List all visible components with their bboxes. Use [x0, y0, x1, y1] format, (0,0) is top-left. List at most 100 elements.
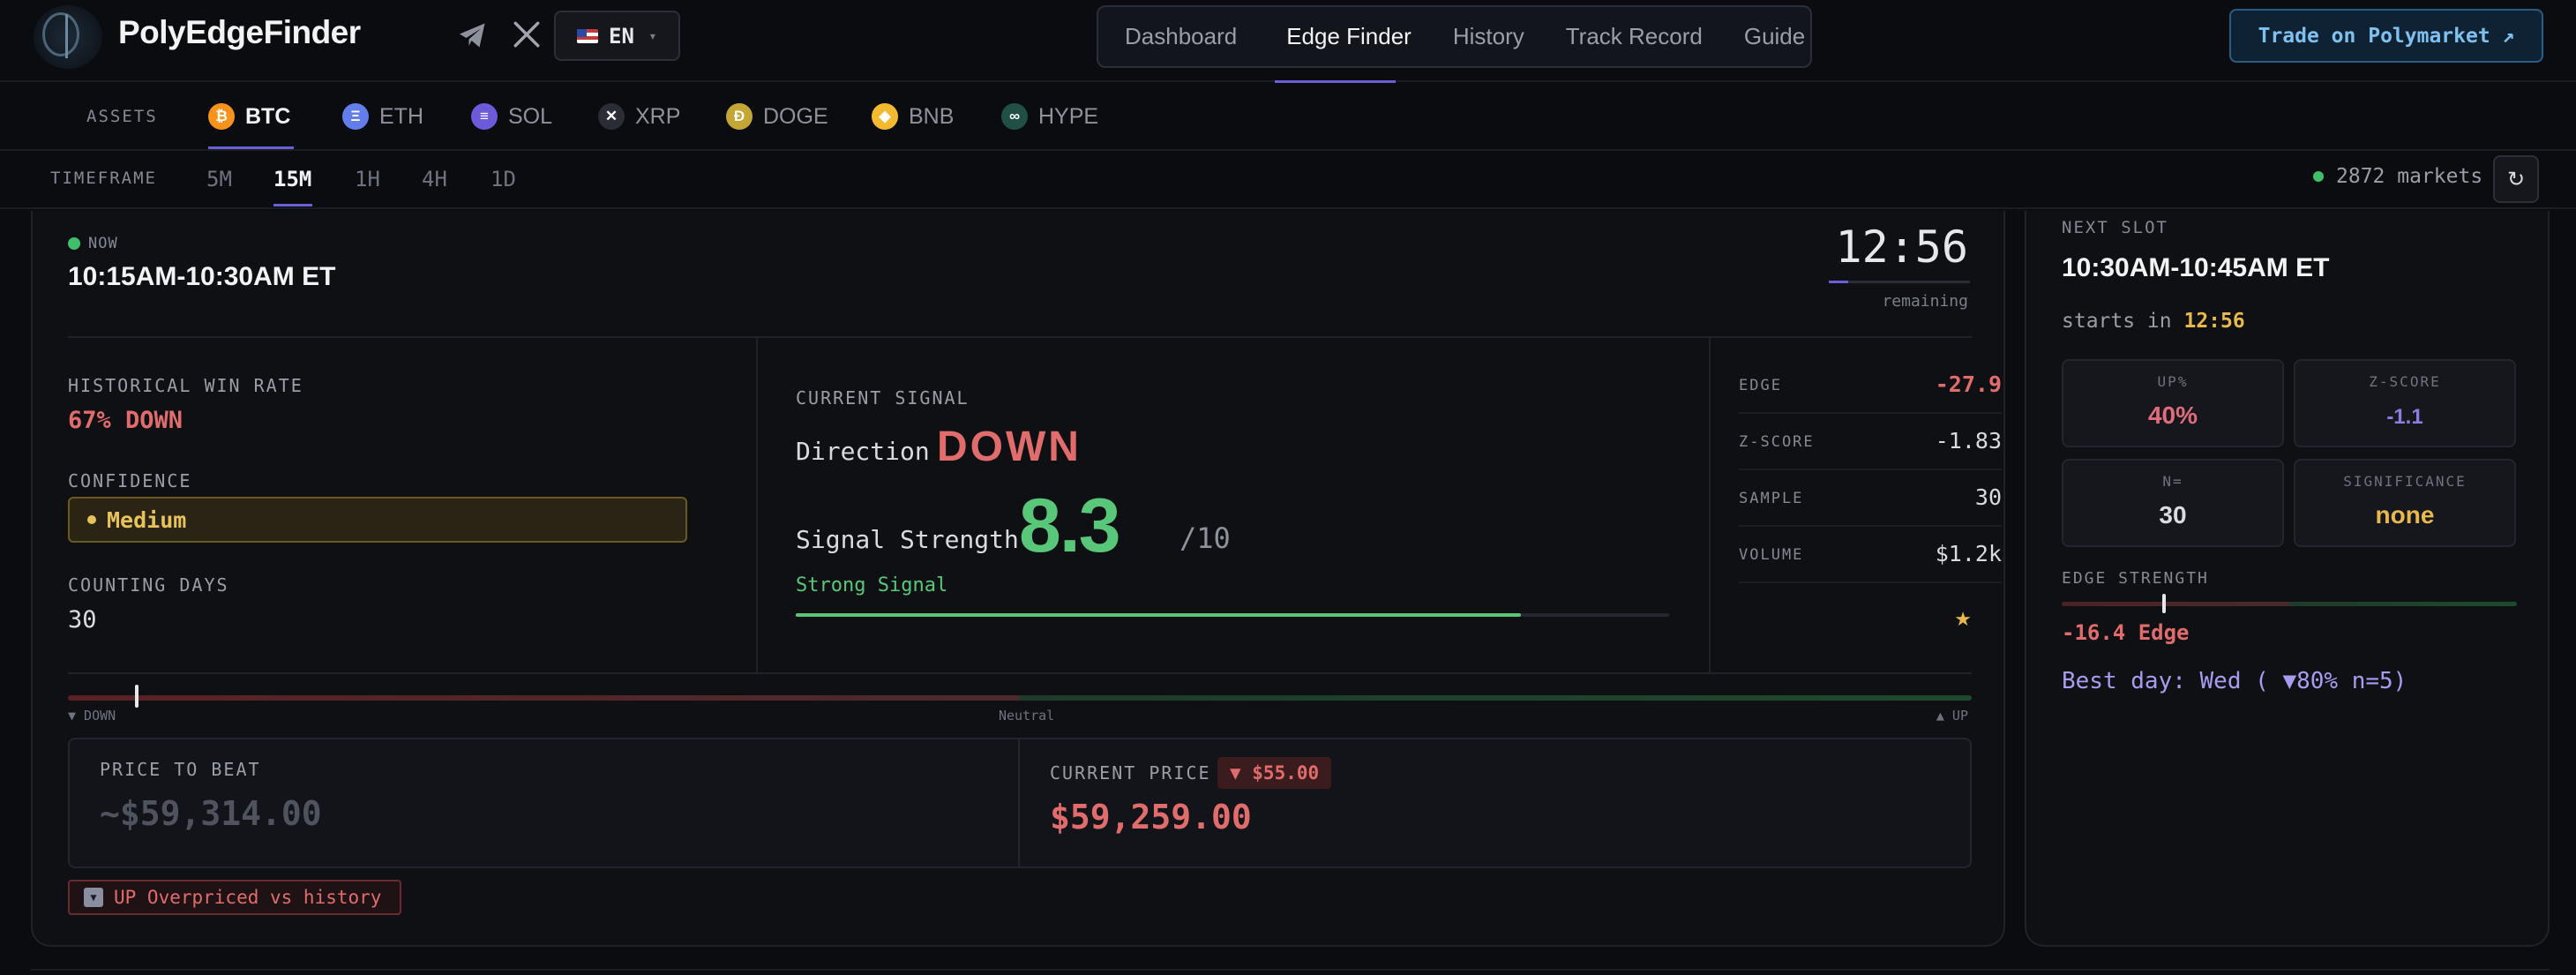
timeframe-4h[interactable]: 4H	[422, 167, 447, 191]
asset-tab-label: XRP	[635, 103, 681, 129]
history-column: HISTORICAL WIN RATE 67% DOWN CONFIDENCE …	[68, 338, 758, 673]
countdown-timer: 12:56	[1835, 221, 1968, 273]
timeframe-row: TIMEFRAME 5M 15M 1H 4H 1D 2872 markets ↻	[0, 151, 2576, 209]
refresh-icon: ↻	[2506, 167, 2526, 191]
countdown-progress	[1829, 281, 1970, 283]
brand-logo[interactable]	[34, 5, 102, 69]
best-day: Best day: Wed ( ▼80% n=5)	[2062, 668, 2408, 694]
stat-value: $1.2k	[1935, 541, 2002, 566]
metric-value: 40%	[2147, 401, 2198, 429]
metric-up-pct: UP% 40%	[2062, 359, 2284, 447]
metric-key: SIGNIFICANCE	[2343, 473, 2467, 490]
asset-tab-doge[interactable]: Ð DOGE	[726, 100, 828, 133]
signal-strength-bar-fill	[796, 613, 1521, 617]
telegram-icon[interactable]	[457, 19, 489, 51]
asset-tab-btc[interactable]: ₿ BTC	[208, 100, 290, 133]
asset-tab-bnb[interactable]: ◆ BNB	[872, 100, 954, 133]
asset-tab-eth[interactable]: Ξ ETH	[342, 100, 423, 133]
remaining-label: remaining	[1882, 292, 1968, 311]
hype-coin-icon: ∞	[1001, 103, 1028, 130]
gauge-up-label: ▲ UP	[1936, 708, 1968, 724]
timeframe-1d[interactable]: 1D	[490, 167, 516, 191]
metric-key: Z-SCORE	[2369, 373, 2441, 390]
metric-value: 30	[2159, 501, 2187, 529]
direction-label: Direction	[796, 437, 930, 466]
direction-gauge-marker	[134, 685, 139, 708]
sol-coin-icon: ≡	[471, 103, 498, 130]
timeframe-label: TIMEFRAME	[50, 169, 157, 188]
refresh-button[interactable]: ↻	[2493, 155, 2539, 203]
metric-key: N=	[2162, 473, 2183, 490]
metric-key: UP%	[2157, 373, 2189, 390]
chevron-down-icon: ▾	[649, 29, 655, 42]
timeframe-1h[interactable]: 1H	[355, 167, 380, 191]
markets-count-label: 2872 markets	[2336, 165, 2483, 188]
asset-tab-label: ETH	[379, 103, 423, 129]
eth-coin-icon: Ξ	[342, 103, 369, 130]
stat-value: 30	[1974, 484, 2002, 510]
asset-tab-label: BNB	[909, 103, 955, 129]
edge-strength-marker	[2161, 594, 2166, 613]
current-signal-label: CURRENT SIGNAL	[796, 387, 970, 409]
language-label: EN	[609, 23, 634, 49]
now-label: NOW	[88, 235, 118, 252]
signal-column: CURRENT SIGNAL Direction DOWN Signal Str…	[758, 338, 1711, 673]
stat-value: -1.83	[1935, 428, 2002, 454]
nav-edge-finder[interactable]: Edge Finder	[1286, 23, 1412, 50]
current-slot-card: NOW 10:15AM-10:30AM ET 12:56 remaining H…	[31, 211, 2005, 947]
signal-strength-max: /10	[1179, 521, 1231, 555]
stat-row-sample: SAMPLE 30	[1739, 470, 2002, 527]
markets-count: 2872 markets	[2313, 165, 2482, 188]
current-price-label: CURRENT PRICE	[1050, 762, 1211, 784]
price-comparison-box: PRICE TO BEAT ~$59,314.00 CURRENT PRICE …	[68, 738, 1972, 868]
signal-strength-description: Strong Signal	[796, 574, 948, 596]
bnb-coin-icon: ◆	[872, 103, 898, 130]
price-to-beat-panel: PRICE TO BEAT ~$59,314.00	[70, 739, 1018, 866]
gauge-neutral-label: Neutral	[999, 708, 1055, 724]
asset-tab-xrp[interactable]: ✕ XRP	[598, 100, 680, 133]
brand-name[interactable]: PolyEdgeFinder	[118, 14, 361, 51]
trade-on-polymarket-button[interactable]: Trade on Polymarket ↗	[2229, 9, 2543, 63]
nav-track-record[interactable]: Track Record	[1566, 23, 1703, 50]
countdown-progress-fill	[1829, 281, 1849, 283]
price-delta-badge: ▼ $55.00	[1217, 757, 1332, 789]
confidence-value: Medium	[107, 506, 187, 533]
next-slot-title: 10:30AM-10:45AM ET	[2062, 253, 2330, 282]
price-to-beat-value: ~$59,314.00	[100, 794, 322, 833]
stats-column: EDGE -27.9 Z-SCORE -1.83 SAMPLE 30 VOLUM…	[1711, 338, 2002, 673]
stat-row-zscore: Z-SCORE -1.83	[1739, 414, 2002, 470]
divider	[31, 969, 2550, 971]
btc-coin-icon: ₿	[208, 103, 235, 130]
stat-key: EDGE	[1739, 377, 1782, 394]
live-dot-icon	[68, 237, 80, 250]
metric-significance: SIGNIFICANCE none	[2294, 459, 2516, 547]
edge-strength-value: -16.4 Edge	[2062, 620, 2190, 645]
stat-row-edge: EDGE -27.9	[1739, 357, 2002, 414]
asset-selector-row: ASSETS ₿ BTC Ξ ETH ≡ SOL ✕ XRP Ð DOGE ◆ …	[0, 82, 2576, 151]
confidence-label: CONFIDENCE	[68, 470, 192, 491]
overpriced-text: UP Overpriced vs history	[114, 887, 382, 908]
metric-value: none	[2375, 501, 2435, 529]
nav-history[interactable]: History	[1453, 23, 1524, 50]
counting-days-value: 30	[68, 606, 97, 634]
timeframe-5m[interactable]: 5M	[206, 167, 232, 191]
star-icon[interactable]: ★	[1954, 608, 1972, 631]
main-nav: Dashboard Edge Finder History Track Reco…	[1097, 5, 1812, 68]
assets-label: ASSETS	[86, 107, 158, 126]
asset-tab-hype[interactable]: ∞ HYPE	[1001, 100, 1098, 133]
xrp-coin-icon: ✕	[598, 103, 625, 130]
down-arrow-icon: ▼	[84, 888, 103, 907]
nav-dashboard[interactable]: Dashboard	[1125, 23, 1237, 50]
asset-tab-label: DOGE	[763, 103, 828, 129]
historical-win-rate-value: 67% DOWN	[68, 407, 183, 434]
asset-tab-label: HYPE	[1038, 103, 1099, 129]
timeframe-15m[interactable]: 15M	[273, 167, 311, 191]
current-price-panel: CURRENT PRICE ▼ $55.00 $59,259.00	[1020, 739, 1970, 866]
metric-n: N= 30	[2062, 459, 2284, 547]
asset-tab-sol[interactable]: ≡ SOL	[471, 100, 552, 133]
nav-guide[interactable]: Guide	[1744, 23, 1805, 50]
top-navbar: PolyEdgeFinder EN ▾ Dashboard Edge Finde…	[0, 0, 2576, 83]
current-slot-title: 10:15AM-10:30AM ET	[68, 262, 336, 291]
language-selector[interactable]: EN ▾	[554, 11, 680, 61]
x-twitter-icon[interactable]	[512, 19, 542, 49]
